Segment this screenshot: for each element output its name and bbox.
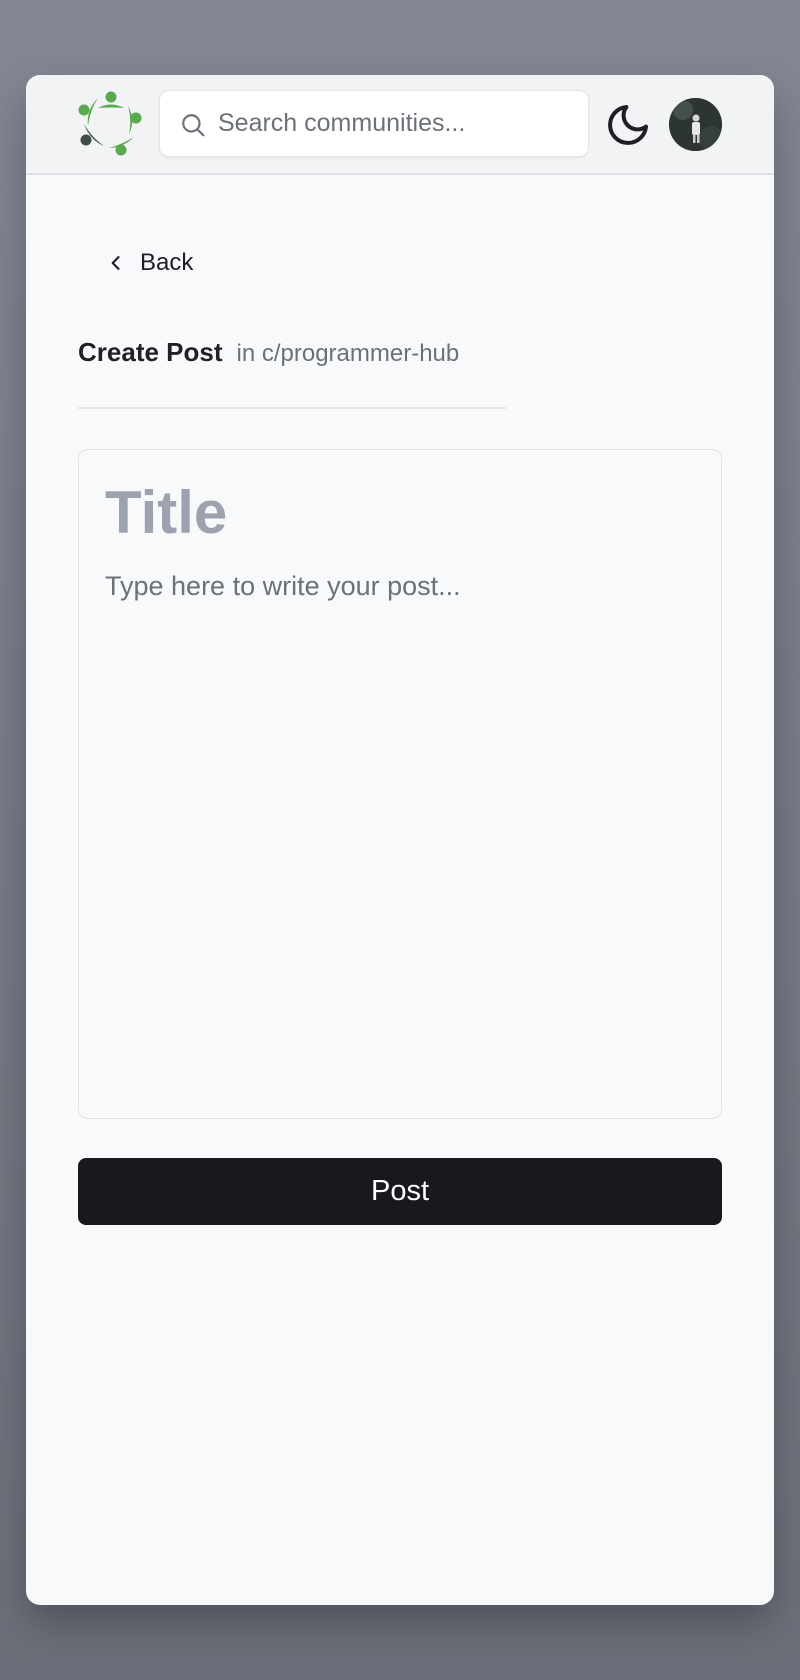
avatar-image — [669, 98, 722, 151]
post-button[interactable]: Post — [78, 1158, 722, 1225]
search-box[interactable] — [159, 90, 589, 157]
back-button[interactable]: Back — [106, 243, 193, 283]
page-heading: Create Post in c/programmer-hub — [78, 337, 459, 368]
post-title-input[interactable] — [105, 472, 695, 552]
community-label[interactable]: in c/programmer-hub — [237, 340, 460, 368]
back-label: Back — [140, 249, 194, 276]
post-body-input[interactable] — [105, 568, 695, 1088]
community-logo[interactable] — [76, 88, 146, 158]
user-avatar[interactable] — [669, 98, 722, 151]
post-editor — [78, 449, 722, 1119]
search-icon — [182, 114, 205, 137]
moon-icon[interactable] — [604, 101, 652, 149]
chevron-left-icon — [111, 256, 120, 270]
app-window: Back Create Post in c/programmer-hub Pos… — [26, 75, 774, 1605]
search-input[interactable] — [218, 91, 576, 156]
divider — [78, 407, 506, 409]
page-title: Create Post — [78, 337, 223, 367]
top-header — [26, 75, 774, 175]
